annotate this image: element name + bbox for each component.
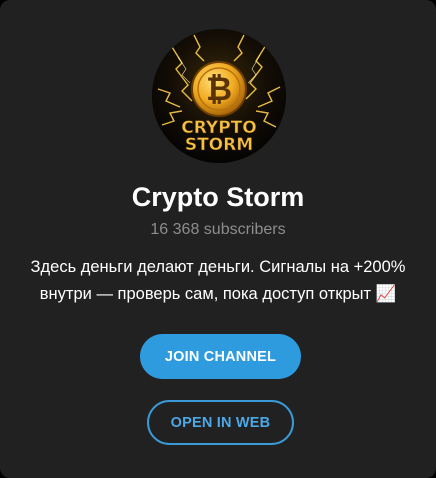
bitcoin-icon: ₿: [206, 70, 232, 108]
channel-title: Crypto Storm: [131, 182, 305, 212]
subscriber-count: 16 368 subscribers: [150, 221, 286, 238]
logo-text-line2: STORM: [185, 135, 253, 155]
open-in-web-button[interactable]: OPEN IN WEB: [147, 400, 294, 445]
channel-description: Здесь деньги делают деньги. Сигналы на +…: [30, 258, 406, 303]
join-channel-button[interactable]: JOIN CHANNEL: [140, 334, 301, 379]
channel-preview-card: ₿ CRYPTO STORM Crypto Storm 16 368 subsc…: [0, 0, 436, 478]
crypto-storm-logo: ₿ CRYPTO STORM: [152, 29, 286, 163]
channel-avatar: ₿ CRYPTO STORM: [152, 29, 286, 163]
